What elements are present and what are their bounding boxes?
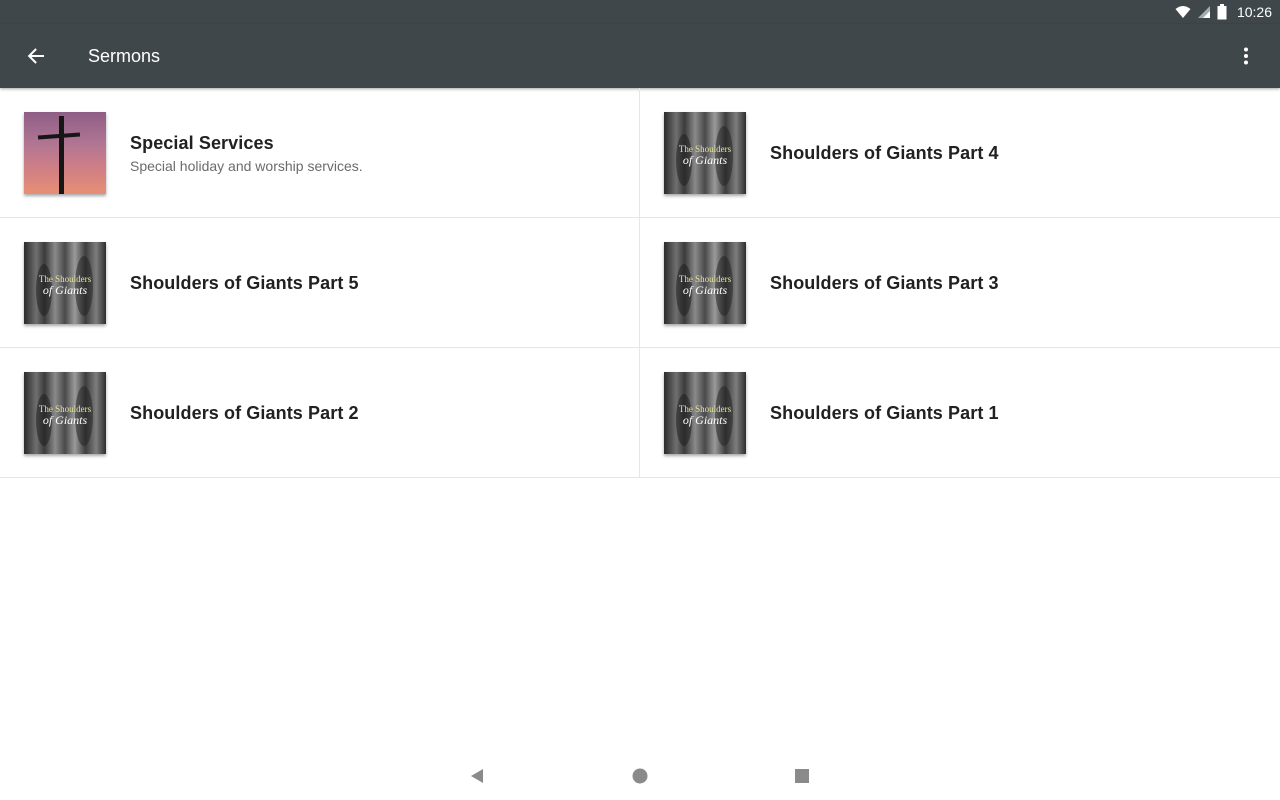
sermon-series-card[interactable]: The Shoulders of Giants Shoulders of Gia… — [0, 218, 640, 348]
sermon-series-grid: Special Services Special holiday and wor… — [0, 88, 1280, 478]
series-title: Shoulders of Giants Part 3 — [770, 272, 999, 293]
nav-recents-button[interactable] — [782, 760, 822, 792]
battery-icon — [1217, 4, 1227, 20]
series-artwork: The Shoulders of Giants — [664, 242, 746, 324]
signal-icon — [1197, 6, 1210, 18]
series-artwork: The Shoulders of Giants — [24, 242, 106, 324]
nav-home-button[interactable] — [620, 760, 660, 792]
artwork-title-line2: of Giants — [683, 413, 728, 427]
nav-recents-icon — [795, 769, 809, 783]
series-artwork: The Shoulders of Giants — [664, 112, 746, 194]
card-text: Shoulders of Giants Part 1 — [770, 348, 999, 478]
artwork-title-line2: of Giants — [43, 283, 88, 297]
series-artwork: The Shoulders of Giants — [24, 372, 106, 454]
giants-artwork: The Shoulders of Giants — [676, 126, 733, 186]
more-vert-icon — [1244, 47, 1248, 65]
card-text: Shoulders of Giants Part 2 — [130, 348, 359, 478]
nav-back-button[interactable] — [457, 760, 497, 792]
sermon-series-card[interactable]: Special Services Special holiday and wor… — [0, 88, 640, 218]
status-time: 10:26 — [1236, 4, 1272, 20]
card-text: Shoulders of Giants Part 4 — [770, 88, 999, 218]
card-text: Special Services Special holiday and wor… — [130, 88, 363, 218]
series-title: Shoulders of Giants Part 4 — [770, 142, 999, 163]
series-title: Shoulders of Giants Part 2 — [130, 402, 359, 423]
wifi-icon — [1175, 6, 1191, 18]
giants-artwork: The Shoulders of Giants — [676, 386, 733, 446]
status-icons: 10:26 — [1175, 0, 1272, 24]
giants-artwork: The Shoulders of Giants — [676, 256, 733, 316]
giants-artwork: The Shoulders of Giants — [36, 386, 93, 446]
nav-home-icon — [632, 768, 648, 784]
back-button[interactable] — [16, 36, 56, 76]
nav-back-icon — [471, 769, 483, 783]
status-bar: 10:26 — [0, 0, 1280, 24]
artwork-title-line2: of Giants — [683, 283, 728, 297]
page-title: Sermons — [88, 46, 161, 66]
overflow-menu-button[interactable] — [1226, 36, 1266, 76]
series-title: Shoulders of Giants Part 1 — [770, 402, 999, 423]
card-text: Shoulders of Giants Part 5 — [130, 218, 359, 348]
app-bar: Sermons — [0, 24, 1280, 88]
sermon-series-card[interactable]: The Shoulders of Giants Shoulders of Gia… — [640, 218, 1280, 348]
series-title: Special Services — [130, 132, 274, 153]
artwork-title-line2: of Giants — [43, 413, 88, 427]
sermon-series-card[interactable]: The Shoulders of Giants Shoulders of Gia… — [640, 88, 1280, 218]
series-subtitle: Special holiday and worship services. — [130, 157, 363, 174]
sermon-series-card[interactable]: The Shoulders of Giants Shoulders of Gia… — [0, 348, 640, 478]
series-artwork: The Shoulders of Giants — [664, 372, 746, 454]
system-nav-bar — [0, 752, 1280, 800]
cross-artwork — [37, 116, 81, 194]
series-title: Shoulders of Giants Part 5 — [130, 272, 359, 293]
card-text: Shoulders of Giants Part 3 — [770, 218, 999, 348]
giants-artwork: The Shoulders of Giants — [36, 256, 93, 316]
artwork-title-line2: of Giants — [683, 153, 728, 167]
sermon-series-card[interactable]: The Shoulders of Giants Shoulders of Gia… — [640, 348, 1280, 478]
arrow-back-icon — [27, 48, 44, 64]
series-artwork — [24, 112, 106, 194]
